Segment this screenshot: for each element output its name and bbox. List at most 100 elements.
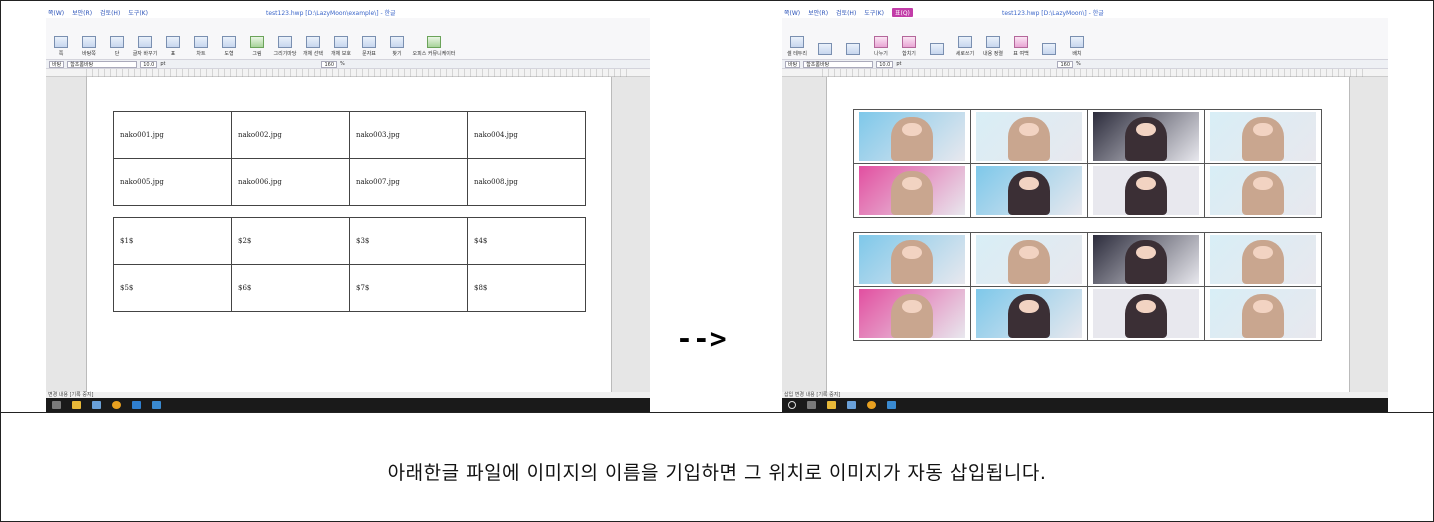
object-protect-button[interactable]: 개체 보호 [330,36,352,57]
split-cells-button[interactable]: 나누기 [870,36,892,57]
content-align-button[interactable]: 내용 정렬 [982,36,1004,57]
table-cell[interactable]: nako004.jpg [467,111,586,159]
column-button[interactable]: 단 [106,36,128,57]
picture-button[interactable]: 그림 [246,36,268,57]
document-page[interactable]: nako001.jpg nako002.jpg nako003.jpg nako… [86,77,612,392]
image-cell[interactable] [1087,232,1205,287]
table-cell[interactable]: $3$ [349,217,468,265]
image-table[interactable] [853,232,1322,341]
image-cell[interactable] [970,286,1088,341]
image-cell[interactable] [1087,286,1205,341]
font-select[interactable]: 함초롬바탕 [803,60,874,68]
vertical-writing-button[interactable]: 세로쓰기 [954,36,976,57]
search-icon[interactable] [788,401,796,409]
table-cell[interactable]: $1$ [113,217,232,265]
file-explorer-icon[interactable] [72,401,81,409]
vscode-icon[interactable] [132,401,141,409]
inserted-photo[interactable] [976,112,1082,161]
image-cell[interactable] [853,286,971,341]
replace-char-button[interactable]: 글자 바꾸기 [133,36,157,57]
page-button[interactable]: 쪽 [50,36,72,57]
style-select[interactable]: 바탕 [49,60,65,68]
table-cell[interactable]: $2$ [231,217,350,265]
menu-page[interactable]: 쪽(W) [784,8,800,17]
menu-review[interactable]: 검토(H) [836,8,856,17]
document-page[interactable] [826,77,1350,392]
style-select[interactable]: 바탕 [785,60,801,68]
table-cell[interactable]: $5$ [113,264,232,312]
table-cell[interactable]: nako007.jpg [349,158,468,206]
cell-border-button[interactable]: 셀 테두리 [786,36,808,57]
table-cell[interactable]: nako003.jpg [349,111,468,159]
menu-page[interactable]: 쪽(W) [48,8,64,17]
inserted-photo[interactable] [859,112,965,161]
inserted-photo[interactable] [1093,235,1199,284]
table-cell[interactable]: nako002.jpg [231,111,350,159]
object-select-button[interactable]: 개체 선택 [302,36,324,57]
merge-cells-button[interactable]: 합치기 [898,36,920,57]
menu-security[interactable]: 보안(R) [808,8,828,17]
chrome-icon[interactable] [867,401,876,409]
image-cell[interactable] [1087,109,1205,164]
table-button[interactable]: 표 [162,36,184,57]
taskview-icon[interactable] [52,401,61,409]
image-cell[interactable] [853,232,971,287]
image-cell[interactable] [970,109,1088,164]
inserted-photo[interactable] [1210,112,1316,161]
row-insert-button[interactable] [1038,43,1060,57]
master-page-button[interactable]: 바탕쪽 [78,36,100,57]
inserted-photo[interactable] [1093,166,1199,215]
image-cell[interactable] [1204,163,1322,218]
menu-security[interactable]: 보안(R) [72,8,92,17]
table-cell[interactable]: nako005.jpg [113,158,232,206]
inserted-photo[interactable] [1093,112,1199,161]
table-cell[interactable]: nako008.jpg [467,158,586,206]
browser-icon[interactable] [92,401,101,409]
table-cell[interactable]: $8$ [467,264,586,312]
zoom-input[interactable]: 160 [1057,60,1074,68]
font-select[interactable]: 함초롬바탕 [67,60,138,68]
fill-button[interactable] [842,43,864,57]
symbol-button[interactable]: 문자표 [358,36,380,57]
image-cell[interactable] [853,163,971,218]
menu-table[interactable]: 표(Q) [891,7,913,17]
hwp-app-icon[interactable] [152,401,161,409]
image-cell[interactable] [970,163,1088,218]
inserted-photo[interactable] [976,289,1082,338]
image-cell[interactable] [1087,163,1205,218]
drawing-gallery-button[interactable]: 그리기마당 [274,36,297,57]
find-button[interactable]: 찾기 [386,36,408,57]
pen-tool-button[interactable] [814,43,836,57]
image-cell[interactable] [970,232,1088,287]
inserted-photo[interactable] [859,289,965,338]
zoom-input[interactable]: 160 [321,60,338,68]
font-size-input[interactable]: 10.0 [140,60,158,68]
browser-icon[interactable] [847,401,856,409]
grid-button[interactable] [926,43,948,57]
table-cell[interactable]: $4$ [467,217,586,265]
table-cell[interactable]: nako006.jpg [231,158,350,206]
inserted-photo[interactable] [976,166,1082,215]
shape-button[interactable]: 도형 [218,36,240,57]
image-cell[interactable] [1204,109,1322,164]
table-cell[interactable]: $6$ [231,264,350,312]
inserted-photo[interactable] [1210,289,1316,338]
image-cell[interactable] [1204,232,1322,287]
hwp-app-icon[interactable] [887,401,896,409]
horizontal-ruler[interactable] [782,69,1388,77]
horizontal-ruler[interactable] [46,69,650,77]
inserted-photo[interactable] [1093,289,1199,338]
layout-button[interactable]: 배치 [1066,36,1088,57]
menu-tools[interactable]: 도구(K) [864,8,884,17]
inserted-photo[interactable] [976,235,1082,284]
inserted-photo[interactable] [859,166,965,215]
inserted-photo[interactable] [1210,235,1316,284]
inserted-photo[interactable] [859,235,965,284]
menu-review[interactable]: 검토(H) [100,8,120,17]
menu-tools[interactable]: 도구(K) [128,8,148,17]
taskview-icon[interactable] [807,401,816,409]
image-table[interactable] [853,109,1322,218]
filename-table[interactable]: nako001.jpg nako002.jpg nako003.jpg nako… [113,111,586,206]
image-cell[interactable] [853,109,971,164]
chart-button[interactable]: 차트 [190,36,212,57]
